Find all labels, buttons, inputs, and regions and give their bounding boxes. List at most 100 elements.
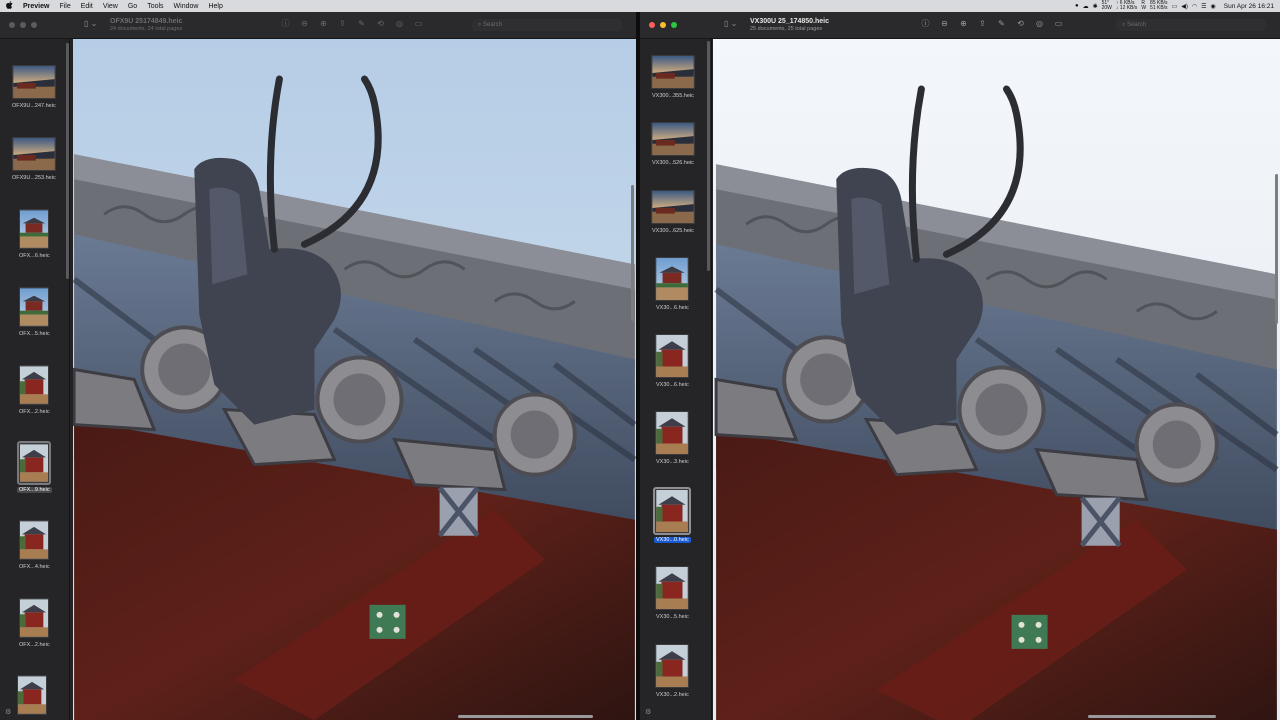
thumbnail-image (11, 137, 56, 171)
volume-icon[interactable]: ◀) (1181, 3, 1188, 10)
search-field[interactable]: ⌕ Search (1116, 19, 1266, 31)
thumbnail-image (11, 65, 56, 99)
sidebar-toggle-icon[interactable]: ▯ ⌄ (84, 19, 97, 28)
thumbnail-item[interactable]: OFX...2.heic (17, 598, 52, 648)
thumbnail-image (655, 257, 690, 301)
zoom-button[interactable] (671, 22, 677, 28)
titlebar-left: ▯ ⌄ OFX9U 25174849.heic 24 documents, 24… (0, 12, 636, 39)
battery-icon[interactable]: ▭ (1172, 3, 1178, 10)
thumbnail-item[interactable]: VX30...6.heic (654, 257, 691, 311)
menu-help[interactable]: Help (203, 3, 227, 10)
thumbnail-item[interactable] (17, 675, 47, 715)
thumbnail-item[interactable]: OFX9U...247.heic (10, 65, 58, 109)
preview-window-right[interactable]: ▯ ⌄ VX300U 25_174850.heic 25 documents, … (640, 12, 1280, 720)
vertical-scrollbar[interactable] (631, 185, 634, 321)
thumbnail-sidebar-left[interactable]: OFX9U...247.heic OFX9U...253.heic OFX...… (0, 39, 70, 720)
wechat-icon[interactable]: ● (1075, 3, 1079, 9)
siri-icon[interactable]: ◉ (1211, 3, 1216, 10)
minimize-button[interactable] (20, 22, 26, 28)
sidebar-scrollbar[interactable] (66, 43, 69, 279)
apple-menu-icon[interactable] (0, 1, 18, 11)
thumbnail-image (655, 566, 690, 610)
thumbnail-label: VX300...625.heic (652, 228, 694, 234)
image-viewer-left[interactable] (73, 39, 636, 720)
markup-icon[interactable]: ◎ (1034, 19, 1045, 28)
info-icon[interactable]: ⓘ (920, 18, 931, 29)
rotate-icon[interactable]: ⟲ (375, 19, 386, 28)
thumbnail-item[interactable]: VX30...2.heic (654, 644, 691, 698)
titlebar-right: ▯ ⌄ VX300U 25_174850.heic 25 documents, … (640, 12, 1280, 39)
thumbnail-image (655, 411, 690, 455)
sidebar-toggle-icon[interactable]: ▯ ⌄ (724, 19, 737, 28)
window-controls-right (649, 22, 677, 28)
menu-edit[interactable]: Edit (76, 3, 98, 10)
zoom-out-icon[interactable]: ⊖ (299, 19, 310, 28)
form-icon[interactable]: ▭ (413, 19, 424, 28)
cloud-icon[interactable]: ☁ (1083, 3, 1089, 10)
info-icon[interactable]: ⓘ (280, 18, 291, 29)
thumbnail-label: OFX...5.heic (19, 331, 50, 337)
share-icon[interactable]: ⇪ (977, 19, 988, 28)
thumbnail-item[interactable]: OFX9U...253.heic (10, 137, 58, 181)
thumbnail-item[interactable]: VX30...6.heic (654, 334, 691, 388)
thumbnail-sidebar-right[interactable]: VX300...355.heic VX300...526.heic VX300.… (640, 39, 712, 720)
document-title: VX300U 25_174850.heic (750, 18, 830, 25)
menu-tools[interactable]: Tools (142, 3, 168, 10)
markup-pen-icon[interactable]: ✎ (356, 19, 367, 28)
gear-icon[interactable]: ⚙ (5, 708, 11, 716)
menu-go[interactable]: Go (123, 3, 142, 10)
rotate-icon[interactable]: ⟲ (1015, 19, 1026, 28)
minimize-button[interactable] (660, 22, 666, 28)
thumbnail-item[interactable]: VX30...5.heic (654, 566, 691, 620)
clock[interactable]: Sun Apr 26 16:21 (1224, 3, 1274, 10)
wifi-icon[interactable]: ◠ (1192, 3, 1197, 10)
close-button[interactable] (9, 22, 15, 28)
menu-file[interactable]: File (54, 3, 75, 10)
vertical-scrollbar[interactable] (1275, 174, 1278, 324)
markup-icon[interactable]: ◎ (394, 19, 405, 28)
zoom-in-icon[interactable]: ⊕ (318, 19, 329, 28)
gear-icon[interactable]: ⚙ (645, 708, 651, 716)
thumbnail-item[interactable]: VX300...625.heic (650, 190, 696, 234)
bluetooth-icon[interactable]: ✱ (1093, 3, 1098, 10)
thumbnail-label: OFX...6.heic (19, 253, 50, 259)
share-icon[interactable]: ⇪ (337, 19, 348, 28)
thumbnail-item-selected[interactable]: VX30...0.heic (653, 487, 692, 543)
menu-view[interactable]: View (98, 3, 123, 10)
zoom-in-icon[interactable]: ⊕ (958, 19, 969, 28)
thumbnail-image (19, 598, 50, 638)
thumbnail-item-selected[interactable]: OFX...9.heic (17, 441, 52, 493)
preview-window-left[interactable]: ▯ ⌄ OFX9U 25174849.heic 24 documents, 24… (0, 12, 636, 720)
thumbnail-item[interactable]: VX30...3.heic (654, 411, 691, 465)
thumbnail-label: OFX...2.heic (19, 642, 50, 648)
form-icon[interactable]: ▭ (1053, 19, 1064, 28)
temp-readout[interactable]: 51° 20W (1102, 1, 1112, 11)
toolbar-left: ⓘ ⊖ ⊕ ⇪ ✎ ⟲ ◎ ▭ (280, 18, 424, 29)
thumbnail-label: OFX...2.heic (19, 409, 50, 415)
zoom-out-icon[interactable]: ⊖ (939, 19, 950, 28)
menu-bar: Preview File Edit View Go Tools Window H… (0, 0, 1280, 12)
sidebar-scrollbar[interactable] (707, 41, 710, 271)
thumbnail-image (19, 520, 50, 560)
search-field[interactable]: ⌕ Search (472, 19, 622, 31)
horizontal-scrollbar[interactable] (1088, 715, 1216, 718)
zoom-button[interactable] (31, 22, 37, 28)
window-controls-left (9, 22, 37, 28)
horizontal-scrollbar[interactable] (458, 715, 593, 718)
image-viewer-right[interactable] (713, 39, 1280, 720)
close-button[interactable] (649, 22, 655, 28)
thumbnail-image (19, 287, 50, 327)
thumbnail-item[interactable]: OFX...4.heic (17, 520, 52, 570)
network-readout[interactable]: ↑ 6 KB/s ↓ 12 KB/s (1116, 1, 1137, 11)
menu-preview[interactable]: Preview (18, 3, 54, 10)
thumbnail-item[interactable]: VX300...355.heic (650, 55, 696, 99)
markup-pen-icon[interactable]: ✎ (996, 19, 1007, 28)
thumbnail-label: VX30...5.heic (656, 614, 689, 620)
menu-window[interactable]: Window (169, 3, 204, 10)
thumbnail-item[interactable]: VX300...526.heic (650, 122, 696, 166)
thumbnail-item[interactable]: OFX...2.heic (17, 365, 52, 415)
thumbnail-item[interactable]: OFX...5.heic (17, 287, 52, 337)
control-center-icon[interactable]: ☰ (1201, 3, 1206, 10)
thumbnail-item[interactable]: OFX...6.heic (17, 209, 52, 259)
disk-readout[interactable]: 85 KB/s 51 KB/s (1150, 1, 1168, 11)
